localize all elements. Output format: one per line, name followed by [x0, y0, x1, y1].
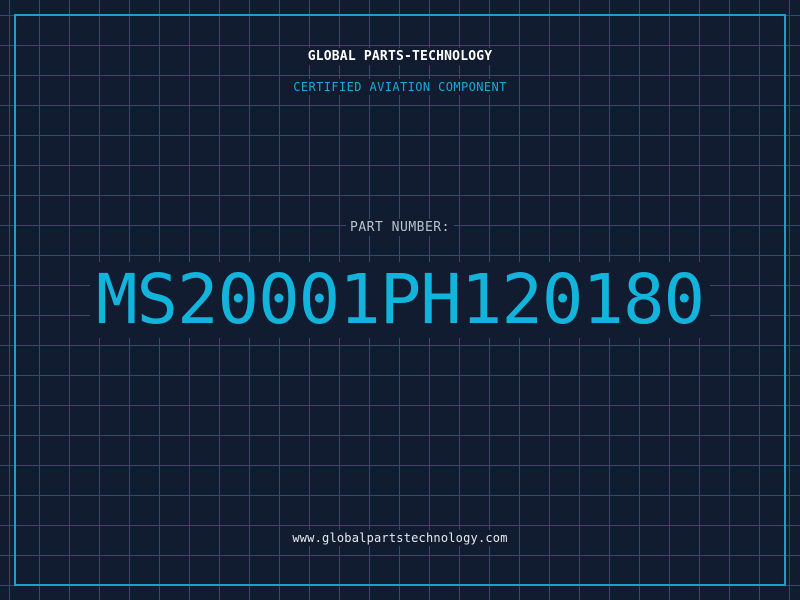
- part-number-label-row: PART NUMBER:: [0, 219, 800, 236]
- company-name: GLOBAL PARTS-TECHNOLOGY: [303, 48, 497, 65]
- part-number-row: MS20001PH120180: [0, 262, 800, 338]
- website-row: www.globalpartstechnology.com: [0, 530, 800, 546]
- website-url: www.globalpartstechnology.com: [288, 530, 512, 546]
- company-name-row: GLOBAL PARTS-TECHNOLOGY: [0, 48, 800, 65]
- part-number-label: PART NUMBER:: [346, 219, 454, 236]
- certification-row: CERTIFIED AVIATION COMPONENT: [0, 79, 800, 95]
- certification-subtitle: CERTIFIED AVIATION COMPONENT: [289, 79, 511, 95]
- part-card: GLOBAL PARTS-TECHNOLOGY CERTIFIED AVIATI…: [0, 0, 800, 600]
- part-number-value: MS20001PH120180: [89, 262, 711, 338]
